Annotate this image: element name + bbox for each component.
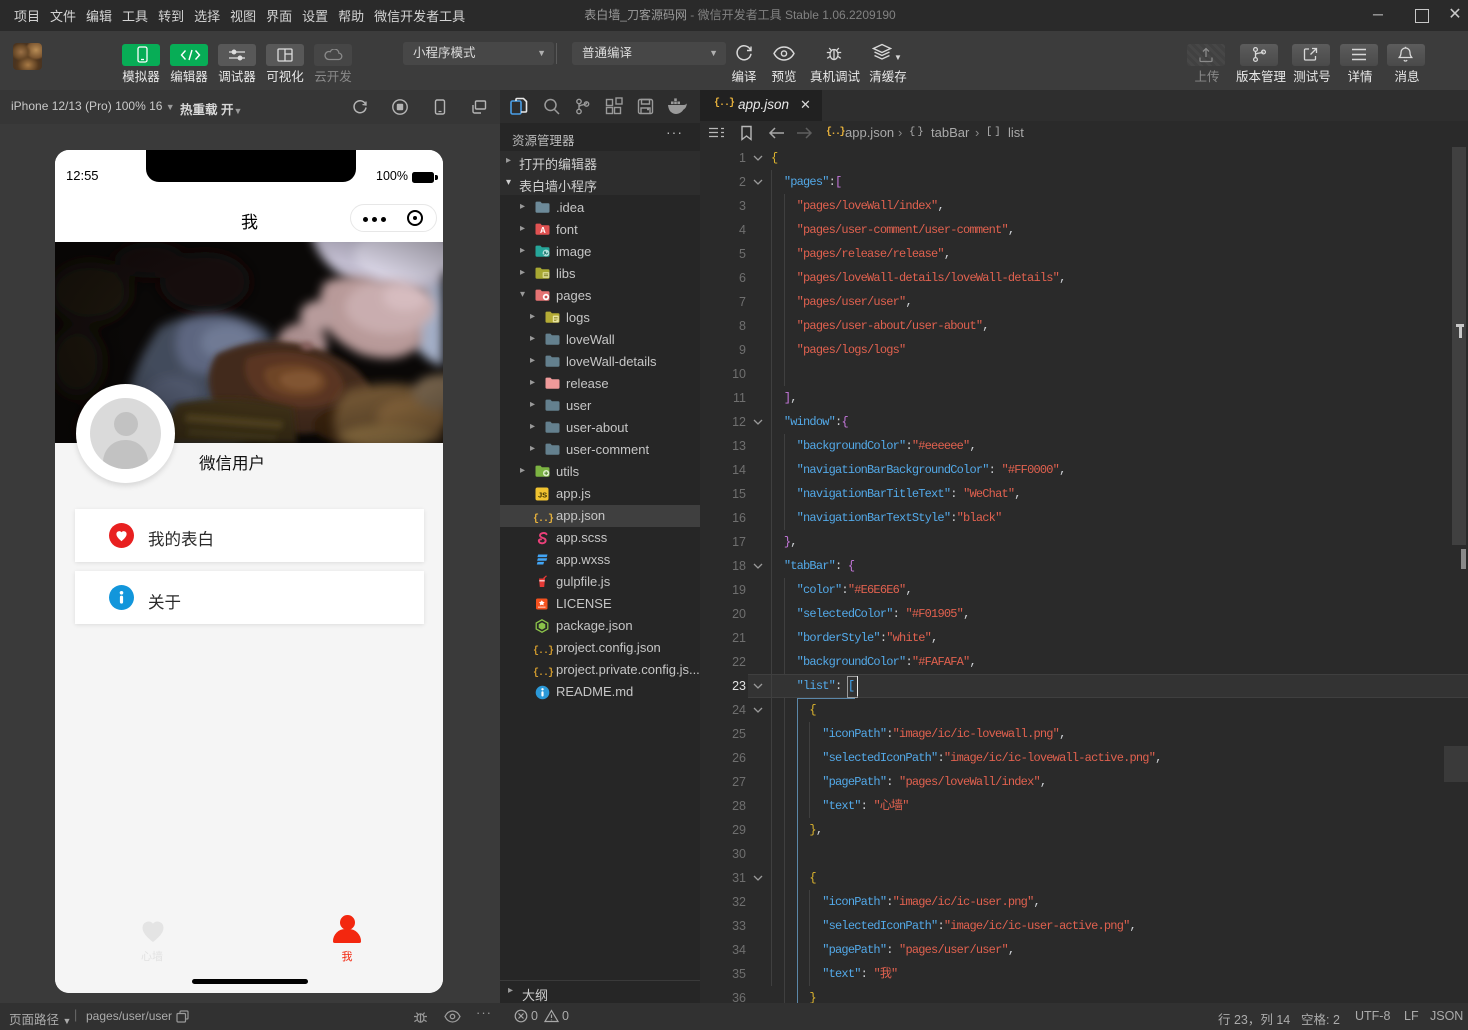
svg-text:A: A bbox=[540, 226, 546, 235]
svg-text:JS: JS bbox=[538, 491, 547, 500]
